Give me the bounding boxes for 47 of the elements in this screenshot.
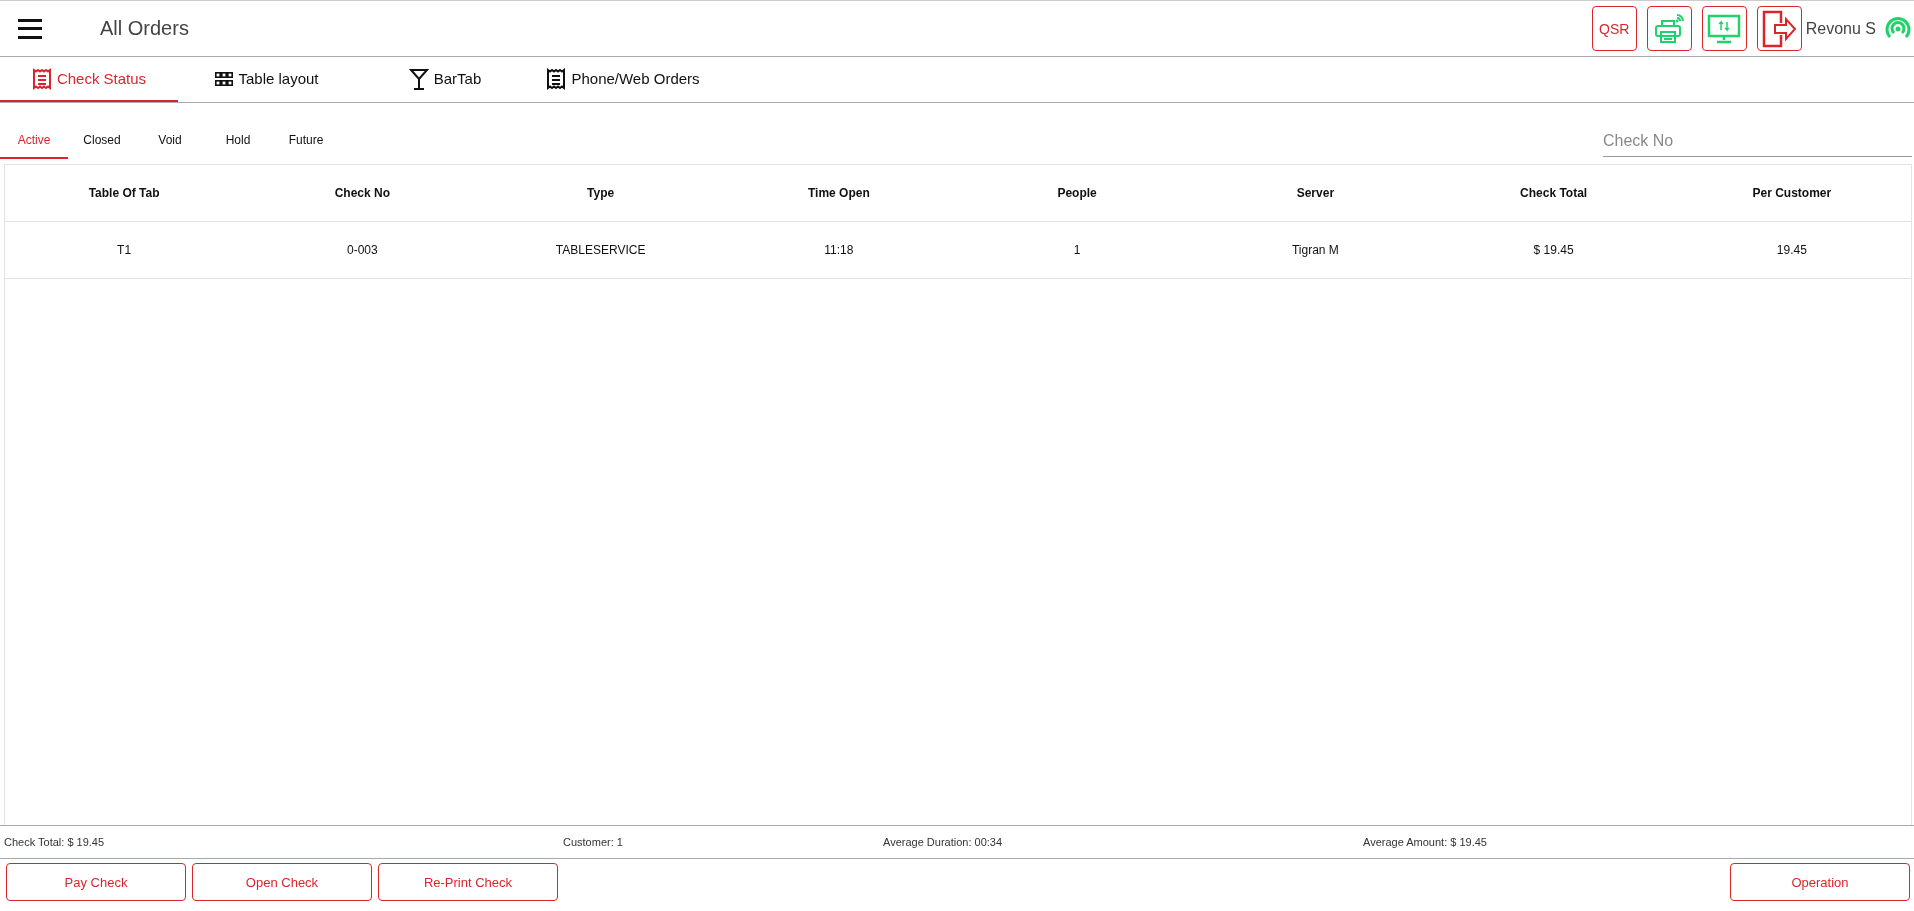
table-cell: 11:18 [719, 221, 958, 279]
grid-icon [215, 71, 234, 86]
receipt-icon [31, 67, 52, 90]
table-cell: $ 19.45 [1434, 221, 1673, 279]
wireless-printer-icon [1653, 11, 1686, 46]
display-sync-button[interactable] [1701, 6, 1747, 51]
nav-tab[interactable]: Phone/Web Orders [534, 57, 712, 102]
status-tab[interactable]: Active [0, 123, 68, 159]
printer-button[interactable] [1646, 6, 1692, 51]
monitor-sync-icon [1707, 13, 1742, 44]
table-cell: 0-003 [243, 221, 482, 279]
menu-icon[interactable] [18, 18, 42, 39]
action-button[interactable]: Pay Check [6, 863, 186, 901]
table-cell: Tigran M [1196, 221, 1435, 279]
summary-text: Average Amount: $ 19.45 [1363, 836, 1487, 848]
column-header: People [958, 165, 1197, 222]
nav-tab[interactable]: BarTab [356, 57, 534, 102]
cocktail-glass-icon [408, 67, 429, 90]
action-button[interactable]: Re-Print Check [378, 863, 558, 901]
status-tab[interactable]: Hold [204, 123, 272, 159]
summary-text: Customer: 1 [563, 836, 624, 848]
column-header: Type [481, 165, 720, 222]
user-name: Revonu S [1805, 19, 1876, 38]
column-header: Server [1196, 165, 1435, 222]
nav-tab[interactable]: Check Status [0, 57, 178, 102]
summary-text: Check Total: $ 19.45 [4, 836, 106, 848]
operation-button[interactable]: Operation [1730, 863, 1910, 901]
table-cell: TABLESERVICE [481, 221, 720, 279]
summary-text: Average Duration: 00:34 [883, 836, 1004, 848]
action-button[interactable]: Open Check [192, 863, 372, 901]
qsr-button[interactable]: QSR [1591, 6, 1637, 51]
status-tab[interactable]: Closed [68, 123, 136, 159]
table-cell: 1 [958, 221, 1197, 279]
status-tab[interactable]: Void [136, 123, 204, 159]
column-header: Check No [243, 165, 482, 222]
exit-door-icon [1761, 9, 1798, 48]
column-header: Table Of Tab [5, 165, 244, 222]
logout-button[interactable] [1756, 6, 1802, 51]
table-cell: 19.45 [1672, 221, 1911, 279]
column-header: Check Total [1434, 165, 1673, 222]
page-title: All Orders [100, 17, 190, 40]
column-header: Time Open [719, 165, 958, 222]
table-cell: T1 [5, 221, 244, 279]
nav-tab[interactable]: Table layout [178, 57, 356, 102]
receipt-icon [546, 67, 567, 90]
column-header: Per Customer [1672, 165, 1911, 222]
status-tab[interactable]: Future [272, 123, 340, 159]
